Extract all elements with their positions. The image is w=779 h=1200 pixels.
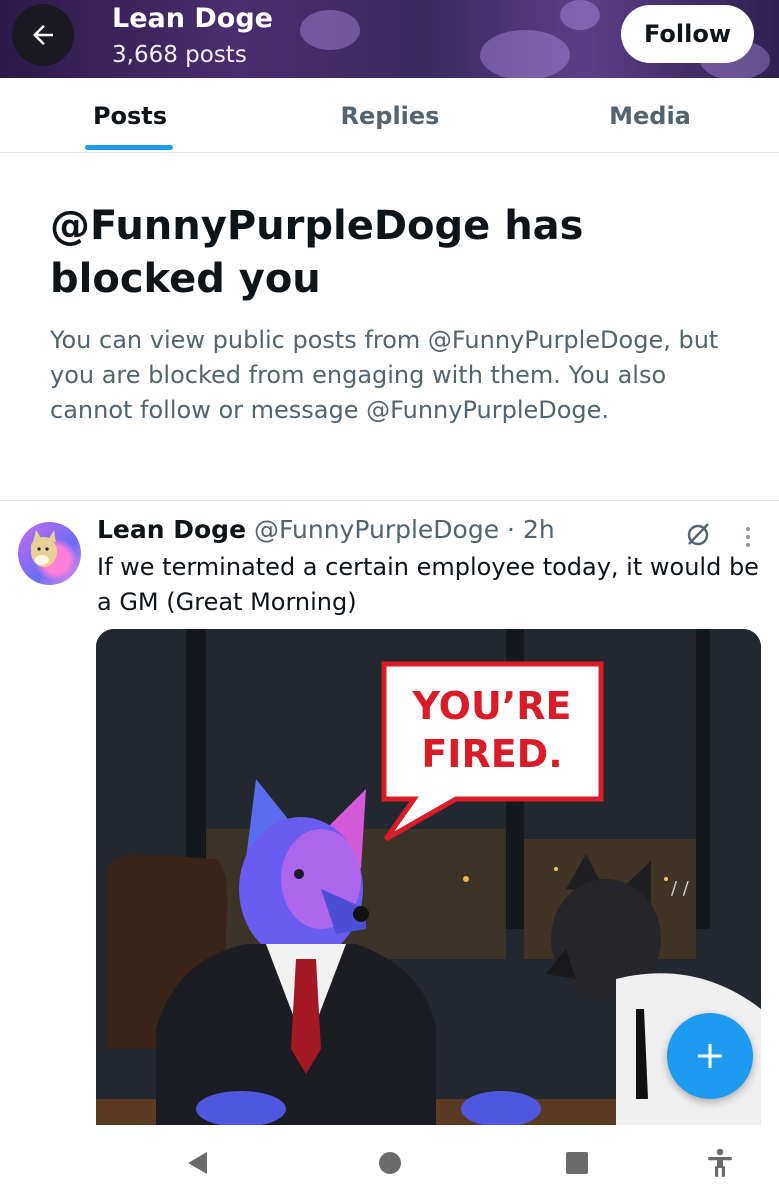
profile-name: Lean Doge [112,3,273,34]
tab-replies[interactable]: Replies [260,78,520,153]
home-circle-icon [379,1151,401,1174]
profile-header: Lean Doge 3,668 posts Follow [0,0,779,78]
active-tab-indicator [85,145,173,150]
arrow-left-icon [33,25,53,45]
post-count: 3,668 posts [112,42,247,68]
nav-home-button[interactable] [360,1125,420,1200]
grok-icon[interactable] [684,520,712,548]
plus-icon [698,1044,722,1068]
follow-button[interactable]: Follow [621,5,754,63]
back-triangle-icon [188,1151,207,1174]
nav-recents-button[interactable] [547,1125,607,1200]
accessibility-icon [708,1148,732,1177]
compose-button[interactable] [667,1013,753,1099]
nav-back-button[interactable] [168,1125,228,1200]
tab-posts[interactable]: Posts [0,78,260,153]
more-options-icon[interactable] [738,523,758,551]
profile-tabs: Posts Replies Media [0,78,779,153]
speech-text-line1: YOU’RE [412,684,572,728]
post-meta: Lean Doge @FunnyPurpleDoge · 2h [97,515,555,544]
back-button[interactable] [12,4,74,66]
post-image[interactable]: YOU’RE FIRED. / / [96,629,761,1125]
recents-square-icon [566,1151,588,1174]
post-handle[interactable]: @FunnyPurpleDoge [254,515,499,544]
divider [0,500,779,501]
nav-accessibility-button[interactable] [690,1125,750,1200]
speech-text-line2: FIRED. [421,732,562,776]
tab-media[interactable]: Media [520,78,779,153]
post-text: If we terminated a certain employee toda… [97,553,759,616]
blocked-title: @FunnyPurpleDoge has blocked you [50,203,584,302]
blocked-description: You can view public posts from @FunnyPur… [50,326,719,424]
svg-text:/ /: / / [671,878,690,899]
avatar[interactable] [18,522,81,585]
post-time: · 2h [507,515,555,544]
post-author-name[interactable]: Lean Doge [97,515,246,544]
system-nav-bar [0,1125,779,1200]
